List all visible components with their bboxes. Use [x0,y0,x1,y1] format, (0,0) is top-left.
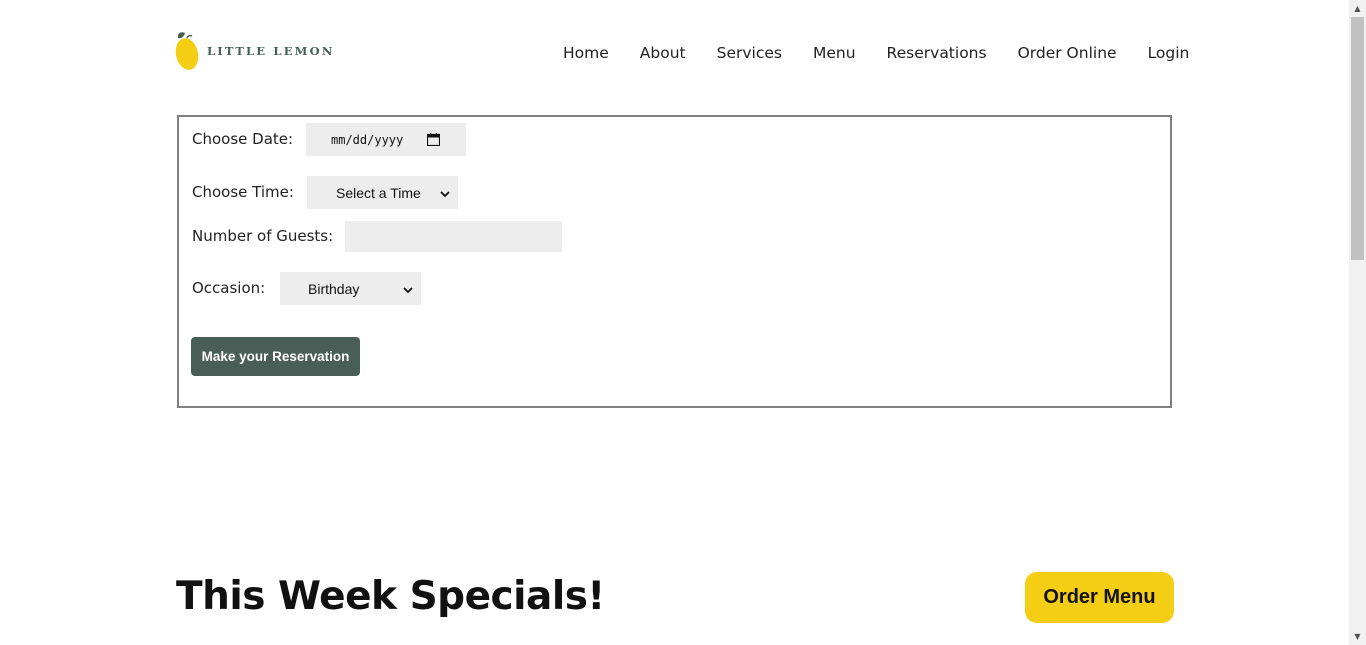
vertical-scrollbar[interactable]: ▲ ▼ [1349,0,1366,645]
date-placeholder: mm/dd/yyyy [331,132,404,147]
scrollbar-thumb[interactable] [1351,17,1364,260]
occasion-select[interactable]: Birthday [280,272,421,305]
scroll-down-icon[interactable]: ▼ [1349,628,1366,645]
nav-services[interactable]: Services [717,44,782,62]
main-nav: Home About Services Menu Reservations Or… [563,44,1189,62]
date-label: Choose Date: [192,130,294,148]
scroll-up-icon[interactable]: ▲ [1349,0,1366,17]
nav-about[interactable]: About [640,44,686,62]
make-reservation-button[interactable]: Make your Reservation [191,337,360,376]
guests-input[interactable] [345,221,562,252]
nav-login[interactable]: Login [1148,44,1190,62]
lemon-icon [175,30,201,72]
nav-order-online[interactable]: Order Online [1018,44,1117,62]
specials-heading: This Week Specials! [176,574,605,619]
calendar-icon[interactable] [426,133,441,149]
nav-home[interactable]: Home [563,44,609,62]
brand-logo[interactable]: LITTLE LEMON [175,30,335,72]
nav-reservations[interactable]: Reservations [887,44,987,62]
date-input[interactable]: mm/dd/yyyy [306,123,466,156]
chevron-down-icon [403,282,413,298]
guests-label: Number of Guests: [192,227,334,245]
nav-menu[interactable]: Menu [813,44,856,62]
order-menu-button[interactable]: Order Menu [1025,572,1174,623]
occasion-selected-value: Birthday [308,280,360,297]
time-selected-value: Select a Time [336,184,421,201]
occasion-label: Occasion: [192,279,266,297]
brand-name: LITTLE LEMON [207,44,335,58]
time-label: Choose Time: [192,183,294,201]
reservation-form: Choose Date: mm/dd/yyyy Choose Time: Sel… [177,115,1172,408]
time-select[interactable]: Select a Time [307,176,458,209]
chevron-down-icon [440,186,450,202]
